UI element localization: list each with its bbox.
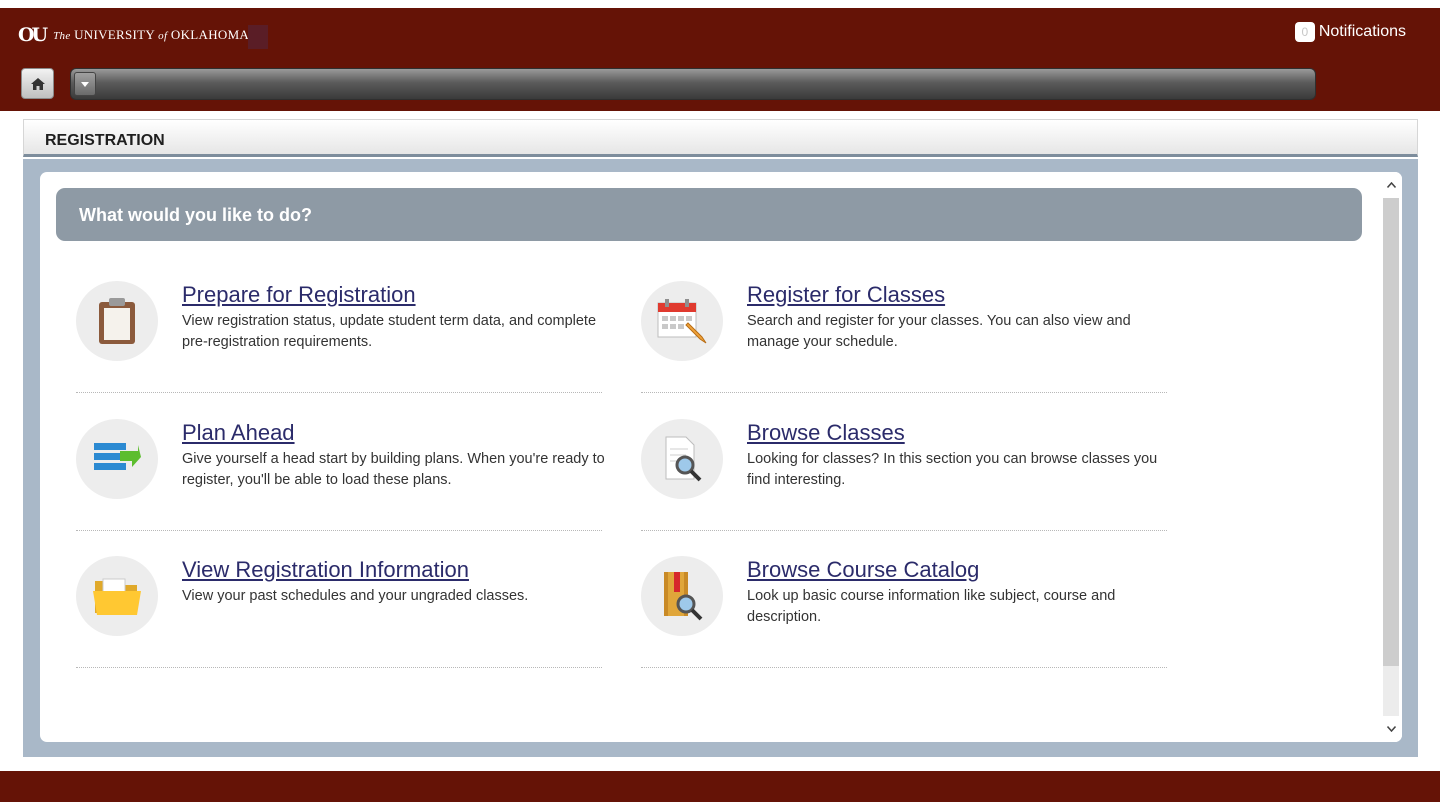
browse-classes-link[interactable]: Browse Classes	[747, 420, 905, 446]
item-description: Search and register for your classes. Yo…	[747, 313, 1131, 350]
logo-block	[248, 25, 268, 49]
list-item-view-registration-information: View Registration Information View your …	[76, 556, 602, 668]
list-item-plan-ahead: Plan Ahead Give yourself a head start by…	[76, 419, 605, 531]
registration-content: What would you like to do? Prepare for R…	[40, 172, 1402, 742]
app-footer	[0, 771, 1440, 802]
scroll-track[interactable]	[1383, 198, 1399, 716]
list-arrow-icon	[76, 419, 158, 499]
document-search-icon	[641, 419, 723, 499]
notifications-label: Notifications	[1318, 23, 1406, 40]
university-logo[interactable]: OU The UNIVERSITY of OKLAHOMA	[18, 24, 249, 46]
university-name: The UNIVERSITY of OKLAHOMA	[53, 27, 250, 42]
prepare-for-registration-link[interactable]: Prepare for Registration	[182, 282, 416, 308]
notifications-count-badge: 0	[1294, 22, 1315, 42]
page-title: REGISTRATION	[45, 132, 165, 149]
calendar-pencil-icon	[641, 281, 723, 361]
breadcrumb-bar	[70, 68, 1316, 100]
ou-logo-mark: OU	[18, 24, 48, 46]
plan-ahead-link[interactable]: Plan Ahead	[182, 420, 295, 446]
scroll-thumb[interactable]	[1383, 198, 1399, 666]
item-description: View registration status, update student…	[182, 313, 597, 350]
register-for-classes-link[interactable]: Register for Classes	[747, 282, 945, 308]
caret-down-icon	[81, 81, 89, 87]
banner-heading: What would you like to do?	[79, 205, 312, 225]
panel-body: What would you like to do? Prepare for R…	[23, 159, 1418, 757]
home-button[interactable]	[21, 68, 54, 99]
panel-header: REGISTRATION	[23, 119, 1418, 157]
menu-dropdown-button[interactable]	[74, 72, 96, 96]
item-description: Look up basic course information like su…	[747, 588, 1116, 625]
book-search-icon	[641, 556, 723, 636]
home-icon	[30, 77, 45, 90]
action-banner: What would you like to do?	[56, 188, 1362, 241]
chevron-up-icon	[1386, 182, 1396, 188]
list-item-browse-course-catalog: Browse Course Catalog Look up basic cour…	[641, 556, 1167, 668]
folder-icon	[76, 556, 158, 636]
list-item-browse-classes: Browse Classes Looking for classes? In t…	[641, 419, 1167, 531]
item-description: Looking for classes? In this section you…	[747, 451, 1158, 488]
notifications-button[interactable]: 0 Notifications	[1294, 22, 1406, 42]
view-registration-information-link[interactable]: View Registration Information	[182, 557, 469, 583]
item-description: View your past schedules and your ungrad…	[182, 588, 529, 604]
left-margin	[0, 111, 8, 771]
vertical-scrollbar[interactable]	[1380, 172, 1402, 742]
browse-course-catalog-link[interactable]: Browse Course Catalog	[747, 557, 979, 583]
top-edge	[0, 0, 1440, 8]
item-description: Give yourself a head start by building p…	[182, 451, 605, 488]
app-header: OU The UNIVERSITY of OKLAHOMA 0 Notifica…	[0, 8, 1440, 111]
chevron-down-icon	[1386, 726, 1396, 732]
clipboard-icon	[76, 281, 158, 361]
list-item-register-for-classes: Register for Classes Search and register…	[641, 281, 1167, 393]
scroll-down-button[interactable]	[1380, 718, 1402, 740]
list-item-prepare-for-registration: Prepare for Registration View registrati…	[76, 281, 602, 393]
scroll-up-button[interactable]	[1380, 174, 1402, 196]
